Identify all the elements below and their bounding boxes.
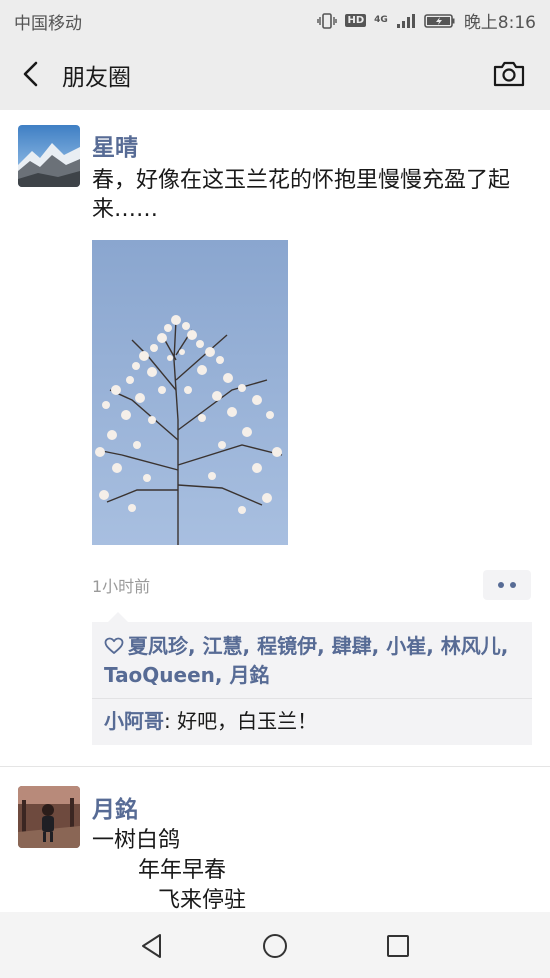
nav-back-icon[interactable] [138, 932, 166, 960]
post-divider [0, 766, 550, 767]
post-author[interactable]: 月銘 [92, 790, 138, 824]
status-icons: HD 4G 晚上8:16 [317, 8, 536, 33]
more-actions-button[interactable] [483, 570, 531, 600]
avatar[interactable] [18, 125, 80, 187]
dot-icon [498, 582, 504, 588]
child-photo-avatar-image [18, 786, 80, 848]
page-title: 朋友圈 [62, 65, 131, 91]
heart-icon [104, 637, 124, 654]
carrier-label: 中国移动 [14, 14, 82, 34]
magnolia-tree-image [92, 240, 288, 545]
signal-icon [396, 13, 415, 28]
moments-header: 朋友圈 [0, 38, 550, 110]
battery-icon [424, 13, 455, 28]
clock-label: 晚上8:16 [463, 13, 536, 33]
likes-names[interactable]: 夏凤珍, 江慧, 程镜伊, 肆肆, 小崔, 林风儿, TaoQueen, 月銘 [104, 634, 508, 687]
mountain-avatar-image [18, 125, 80, 187]
comment-text: : 好吧，白玉兰！ [164, 709, 318, 733]
likes-list: 夏凤珍, 江慧, 程镜伊, 肆肆, 小崔, 林风儿, TaoQueen, 月銘 [92, 622, 532, 699]
post-time: 1小时前 [92, 577, 151, 596]
vibrate-icon [317, 12, 338, 29]
post-text-line: 一树白鸽 [92, 828, 181, 853]
post-author[interactable]: 星晴 [92, 128, 138, 162]
likes-comments-panel: 夏凤珍, 江慧, 程镜伊, 肆肆, 小崔, 林风儿, TaoQueen, 月銘 … [92, 612, 532, 745]
post-text-line: 年年早春 [138, 858, 227, 883]
post-text-line: 飞来停驻 [158, 888, 247, 913]
post-photo[interactable] [92, 240, 288, 545]
avatar[interactable] [18, 786, 80, 848]
commenter-name[interactable]: 小阿哥 [104, 709, 164, 733]
system-navigation-bar [0, 912, 550, 978]
back-chevron-icon[interactable] [20, 60, 42, 88]
status-bar: 中国移动 HD 4G 晚上8:16 [0, 0, 550, 38]
post-text: 春，好像在这玉兰花的怀抱里慢慢充盈了起来…… [92, 168, 511, 222]
hd-badge: HD [345, 14, 367, 27]
nav-home-icon[interactable] [261, 932, 289, 960]
dot-icon [510, 582, 516, 588]
comment-item[interactable]: 小阿哥: 好吧，白玉兰！ [92, 699, 532, 745]
network-type-label: 4G [374, 15, 388, 25]
camera-icon[interactable] [492, 60, 526, 88]
nav-recents-icon[interactable] [384, 932, 412, 960]
